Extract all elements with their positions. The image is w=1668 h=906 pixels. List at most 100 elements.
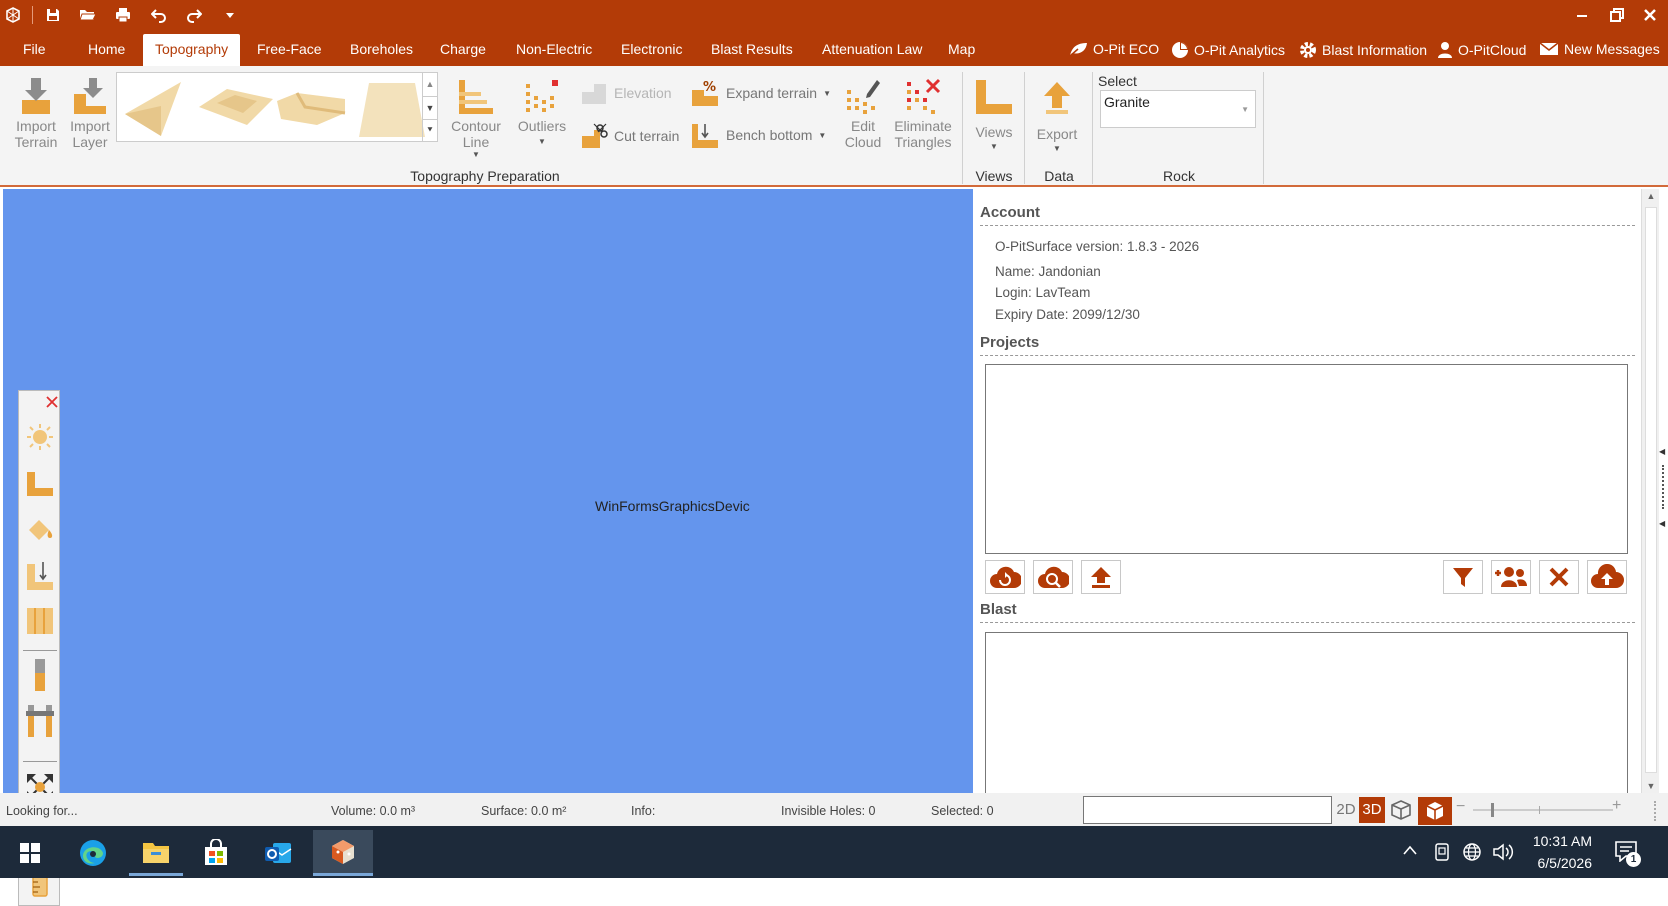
volume-icon[interactable] bbox=[1492, 842, 1514, 862]
elevation-button[interactable]: Elevation bbox=[580, 80, 672, 106]
network-globe-icon[interactable] bbox=[1462, 842, 1482, 862]
restore-icon[interactable] bbox=[1605, 4, 1629, 26]
import-layer-button[interactable]: Import Layer bbox=[64, 74, 116, 150]
sun-light-icon[interactable] bbox=[24, 419, 56, 455]
open-folder-icon[interactable] bbox=[77, 4, 99, 26]
edit-cloud-button[interactable]: Edit Cloud bbox=[838, 74, 888, 150]
expand-terrain-dropdown-icon[interactable]: ▼ bbox=[823, 89, 831, 98]
hole-pattern-icon[interactable] bbox=[24, 703, 56, 739]
redo-icon[interactable] bbox=[183, 4, 205, 26]
shape-gallery-item-3[interactable] bbox=[275, 85, 349, 133]
new-messages-link[interactable]: New Messages bbox=[1539, 41, 1660, 57]
o-pit-cloud-link[interactable]: O-PitCloud bbox=[1437, 41, 1526, 59]
edit-cloud-icon bbox=[847, 80, 880, 114]
scroll-down-arrow[interactable]: ▼ bbox=[1642, 781, 1660, 791]
layer-height-icon[interactable] bbox=[24, 557, 56, 593]
add-users-button[interactable] bbox=[1491, 560, 1531, 594]
device-icon[interactable] bbox=[1433, 842, 1451, 862]
tab-non-electric[interactable]: Non-Electric bbox=[516, 41, 592, 57]
scroll-thumb[interactable] bbox=[1645, 207, 1657, 773]
terrain-view-icon[interactable] bbox=[24, 465, 56, 501]
quick-access-toolbar bbox=[0, 0, 1668, 29]
clock-date[interactable]: 6/5/2026 bbox=[1528, 855, 1593, 871]
zoom-out-icon[interactable]: − bbox=[1456, 798, 1465, 816]
rock-select[interactable]: Granite ▼ bbox=[1100, 90, 1256, 128]
windows-start-icon[interactable] bbox=[3, 830, 57, 876]
splitter-grip[interactable]: ◀ ◀ bbox=[1659, 189, 1668, 793]
expand-terrain-button[interactable]: % Expand terrain ▼ bbox=[690, 78, 831, 108]
upload-cloud-button[interactable] bbox=[1587, 560, 1627, 594]
outlook-icon[interactable] bbox=[251, 830, 305, 876]
zoom-slider-thumb[interactable] bbox=[1491, 803, 1494, 817]
app-logo-icon[interactable] bbox=[2, 4, 24, 26]
tab-free-face[interactable]: Free-Face bbox=[257, 41, 322, 57]
system-tray-chevron-icon[interactable] bbox=[1402, 844, 1418, 856]
single-hole-icon[interactable] bbox=[24, 657, 56, 693]
export-button[interactable]: Export ▼ bbox=[1032, 74, 1082, 156]
graphics-canvas[interactable]: WinFormsGraphicsDevic bbox=[3, 189, 973, 906]
import-terrain-button[interactable]: Import Terrain bbox=[10, 74, 62, 150]
upload-project-button[interactable] bbox=[1081, 560, 1121, 594]
delete-button[interactable] bbox=[1539, 560, 1579, 594]
o-pit-eco-link[interactable]: O-Pit ECO bbox=[1068, 41, 1159, 57]
refresh-cloud-button[interactable] bbox=[985, 560, 1025, 594]
tab-topography[interactable]: Topography bbox=[143, 34, 241, 66]
tab-boreholes[interactable]: Boreholes bbox=[350, 41, 413, 57]
bench-bottom-button[interactable]: Bench bottom ▼ bbox=[690, 120, 826, 150]
close-toolbox-icon[interactable] bbox=[45, 395, 59, 409]
gallery-expand[interactable]: ⯆ bbox=[422, 119, 437, 142]
gallery-scroll-down[interactable]: ▼ bbox=[422, 96, 437, 119]
contour-line-button[interactable]: Contour Line ▼ bbox=[448, 74, 504, 160]
solid-cube-button[interactable] bbox=[1418, 797, 1452, 825]
tab-home[interactable]: Home bbox=[88, 41, 125, 57]
tab-charge[interactable]: Charge bbox=[440, 41, 486, 57]
views-button[interactable]: Views ▼ bbox=[970, 74, 1018, 154]
tab-blast-results[interactable]: Blast Results bbox=[711, 41, 793, 57]
o-pit-surface-taskbar-icon[interactable] bbox=[313, 830, 373, 876]
print-icon[interactable] bbox=[112, 4, 134, 26]
shape-gallery-item-2[interactable] bbox=[197, 83, 275, 133]
grid-columns-icon[interactable] bbox=[24, 603, 56, 639]
outliers-button[interactable]: Outliers ▼ bbox=[514, 74, 570, 150]
tab-map[interactable]: Map bbox=[948, 41, 975, 57]
edge-browser-icon[interactable] bbox=[66, 830, 120, 876]
mode-2d-button[interactable]: 2D bbox=[1335, 797, 1357, 823]
file-explorer-icon[interactable] bbox=[129, 830, 183, 876]
close-window-icon[interactable] bbox=[1638, 4, 1662, 26]
blast-list[interactable] bbox=[985, 632, 1628, 793]
filter-button[interactable] bbox=[1443, 560, 1483, 594]
eliminate-triangles-icon bbox=[907, 78, 941, 114]
shape-gallery-item-4[interactable] bbox=[357, 79, 429, 139]
clock-time[interactable]: 10:31 AM bbox=[1528, 833, 1592, 849]
bench-bottom-dropdown-icon[interactable]: ▼ bbox=[818, 131, 826, 140]
tab-electronic[interactable]: Electronic bbox=[621, 41, 682, 57]
shape-gallery-item-1[interactable] bbox=[121, 78, 191, 138]
microsoft-store-icon[interactable] bbox=[189, 830, 243, 876]
file-menu[interactable]: File bbox=[23, 41, 46, 57]
ribbon-separator bbox=[1024, 72, 1025, 184]
panel-scrollbar[interactable]: ▲ ▼ bbox=[1641, 189, 1659, 793]
minimize-icon[interactable] bbox=[1570, 4, 1594, 26]
o-pit-cloud-label: O-PitCloud bbox=[1458, 42, 1527, 58]
eliminate-triangles-button[interactable]: Eliminate Triangles bbox=[891, 74, 955, 150]
projects-list[interactable] bbox=[985, 364, 1628, 554]
gallery-scroll-up[interactable]: ▲ bbox=[422, 73, 437, 96]
resize-grip[interactable] bbox=[1654, 801, 1664, 821]
blast-information-link[interactable]: Blast Information bbox=[1299, 41, 1427, 59]
undo-icon[interactable] bbox=[148, 4, 170, 26]
status-search-input[interactable] bbox=[1083, 796, 1332, 824]
new-messages-label: New Messages bbox=[1564, 41, 1660, 57]
zoom-in-icon[interactable]: + bbox=[1612, 797, 1621, 815]
tab-attenuation-law[interactable]: Attenuation Law bbox=[822, 41, 922, 57]
save-icon[interactable] bbox=[42, 4, 64, 26]
customize-dropdown-icon[interactable] bbox=[219, 4, 241, 26]
cut-terrain-button[interactable]: Cut terrain bbox=[580, 122, 679, 150]
wireframe-cube-icon[interactable] bbox=[1390, 799, 1412, 821]
o-pit-analytics-link[interactable]: O-Pit Analytics bbox=[1171, 41, 1285, 59]
mode-3d-button[interactable]: 3D bbox=[1359, 797, 1385, 823]
zoom-slider[interactable] bbox=[1473, 803, 1613, 817]
scroll-up-arrow[interactable]: ▲ bbox=[1642, 191, 1660, 201]
notification-button[interactable]: 1 bbox=[1614, 840, 1642, 867]
search-cloud-button[interactable] bbox=[1033, 560, 1073, 594]
paint-bucket-icon[interactable] bbox=[24, 511, 56, 547]
